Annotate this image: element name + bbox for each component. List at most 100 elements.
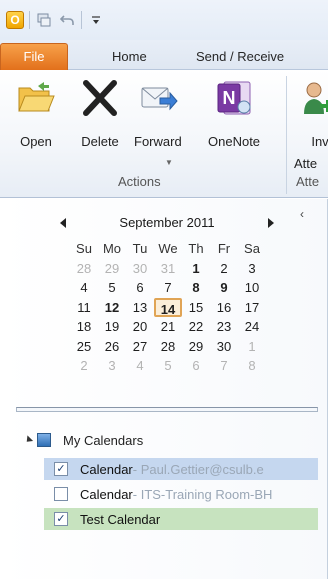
- calendar-checkbox[interactable]: ✓: [54, 462, 68, 476]
- date-cell[interactable]: 10: [238, 278, 266, 298]
- forward-icon: [136, 76, 180, 120]
- calendar-checkbox[interactable]: ✓: [54, 512, 68, 526]
- date-cell[interactable]: 5: [98, 278, 126, 298]
- week-row: 11 12 13 14 15 16 17: [70, 297, 266, 318]
- tab-file[interactable]: File: [0, 43, 68, 70]
- outlook-window: O File Home Send / Receive Open Delete F…: [0, 0, 328, 579]
- date-cell[interactable]: 30: [210, 337, 238, 357]
- date-cell[interactable]: 31: [154, 259, 182, 279]
- send-receive-icon[interactable]: [35, 11, 53, 29]
- my-calendars-label: My Calendars: [63, 432, 144, 448]
- date-cell[interactable]: 6: [126, 278, 154, 298]
- group-label-attendees: Atte: [296, 174, 320, 189]
- date-cell[interactable]: 1: [238, 337, 266, 357]
- pane-splitter[interactable]: [16, 407, 318, 412]
- date-cell[interactable]: 28: [70, 259, 98, 279]
- forward-label: Forward: [134, 134, 182, 149]
- calendar-list-item[interactable]: ✓ Calendar - Paul.Gettier@csulb.e: [44, 458, 318, 480]
- date-cell[interactable]: 2: [210, 259, 238, 279]
- date-cell[interactable]: 19: [98, 317, 126, 337]
- calendar-owner: - Paul.Gettier@csulb.e: [132, 461, 264, 477]
- customize-icon[interactable]: [87, 11, 105, 29]
- week-row: 28 29 30 31 1 2 3: [70, 259, 266, 279]
- open-button[interactable]: Open: [14, 76, 58, 149]
- date-cell[interactable]: 7: [154, 278, 182, 298]
- date-cell[interactable]: 15: [182, 298, 210, 318]
- outlook-icon[interactable]: O: [6, 11, 24, 29]
- date-cell[interactable]: 25: [70, 337, 98, 357]
- invite-icon: [298, 76, 328, 120]
- date-cell[interactable]: 5: [154, 356, 182, 376]
- date-cell[interactable]: 30: [126, 259, 154, 279]
- invite-label-line2: Atte: [294, 156, 318, 171]
- date-cell[interactable]: 22: [182, 317, 210, 337]
- svg-text:N: N: [223, 88, 236, 108]
- calendar-checkbox[interactable]: [54, 487, 68, 501]
- open-label: Open: [20, 134, 52, 149]
- date-cell[interactable]: 8: [238, 356, 266, 376]
- date-cell[interactable]: 23: [210, 317, 238, 337]
- calendar-list-item[interactable]: ✓ Test Calendar: [44, 508, 318, 530]
- invite-label: Inv: [311, 134, 328, 149]
- invite-attendees-button[interactable]: Inv: [298, 76, 328, 149]
- date-cell[interactable]: 4: [70, 278, 98, 298]
- date-cell[interactable]: 17: [238, 298, 266, 318]
- date-cell[interactable]: 12: [98, 298, 126, 318]
- date-cell[interactable]: 18: [70, 317, 98, 337]
- ribbon-tabs: File Home Send / Receive: [0, 40, 328, 70]
- next-month-icon[interactable]: [268, 218, 274, 228]
- expand-collapse-icon[interactable]: [23, 435, 34, 445]
- navigation-pane: ‹ September 2011 Su Mo Tu We Th Fr Sa 28 29 30 31 1…: [0, 199, 328, 579]
- calendar-owner: - ITS-Training Room-BH: [132, 486, 273, 502]
- date-cell[interactable]: 24: [238, 317, 266, 337]
- tab-home[interactable]: Home: [112, 43, 147, 70]
- delete-label: Delete: [81, 134, 119, 149]
- date-cell[interactable]: 29: [182, 337, 210, 357]
- ribbon: Open Delete Forward N OneNote Inv Atte ▼…: [0, 70, 328, 198]
- ribbon-group-divider: [286, 76, 287, 194]
- date-cell[interactable]: 28: [154, 337, 182, 357]
- date-cell[interactable]: 2: [70, 356, 98, 376]
- date-cell[interactable]: 26: [98, 337, 126, 357]
- date-cell[interactable]: 1: [182, 259, 210, 279]
- date-cell[interactable]: 16: [210, 298, 238, 318]
- onenote-icon: N: [212, 76, 256, 120]
- weekday-label: Su: [76, 241, 92, 256]
- date-cell[interactable]: 11: [70, 298, 98, 318]
- date-cell[interactable]: 13: [126, 298, 154, 318]
- week-row: 18 19 20 21 22 23 24: [70, 317, 266, 337]
- date-cell[interactable]: 8: [182, 278, 210, 298]
- today-date-cell[interactable]: 14: [154, 297, 182, 317]
- date-cell[interactable]: 7: [210, 356, 238, 376]
- weekday-label: Th: [188, 241, 204, 256]
- date-cell[interactable]: 3: [98, 356, 126, 376]
- week-row: 2345678: [70, 356, 266, 376]
- my-calendars-header[interactable]: My Calendars: [23, 431, 144, 449]
- tab-send-receive[interactable]: Send / Receive: [196, 43, 284, 70]
- undo-icon[interactable]: [58, 11, 76, 29]
- forward-dropdown-icon[interactable]: ▼: [165, 158, 173, 167]
- date-cell[interactable]: 3: [238, 259, 266, 279]
- week-row: 25 26 27 28 29 30 1: [70, 337, 266, 357]
- quick-access-toolbar: O: [0, 0, 328, 40]
- date-cell[interactable]: 4: [126, 356, 154, 376]
- calendar-list-item[interactable]: Calendar - ITS-Training Room-BH: [44, 483, 318, 505]
- calendar-name: Calendar: [80, 486, 133, 502]
- date-cell[interactable]: 21: [154, 317, 182, 337]
- toolbar-divider: [29, 11, 30, 29]
- date-cell[interactable]: 27: [126, 337, 154, 357]
- delete-button[interactable]: Delete: [78, 76, 122, 149]
- weekday-label: Mo: [102, 241, 122, 256]
- date-cell[interactable]: 20: [126, 317, 154, 337]
- weekday-label: Sa: [244, 241, 260, 256]
- date-navigator-header: September 2011: [60, 215, 274, 233]
- date-cell[interactable]: 29: [98, 259, 126, 279]
- date-navigator-grid: Su Mo Tu We Th Fr Sa 28 29 30 31 1 2 3 4 5 6 7 8 9 10 11 12 13 1…: [70, 239, 266, 376]
- forward-button[interactable]: Forward: [134, 76, 182, 149]
- calendar-group-icon: [37, 433, 51, 447]
- date-cell[interactable]: 6: [182, 356, 210, 376]
- date-cell[interactable]: 9: [210, 278, 238, 298]
- collapse-pane-icon[interactable]: ‹: [300, 207, 304, 221]
- calendar-name: Test Calendar: [80, 511, 161, 527]
- onenote-button[interactable]: N OneNote: [208, 76, 260, 149]
